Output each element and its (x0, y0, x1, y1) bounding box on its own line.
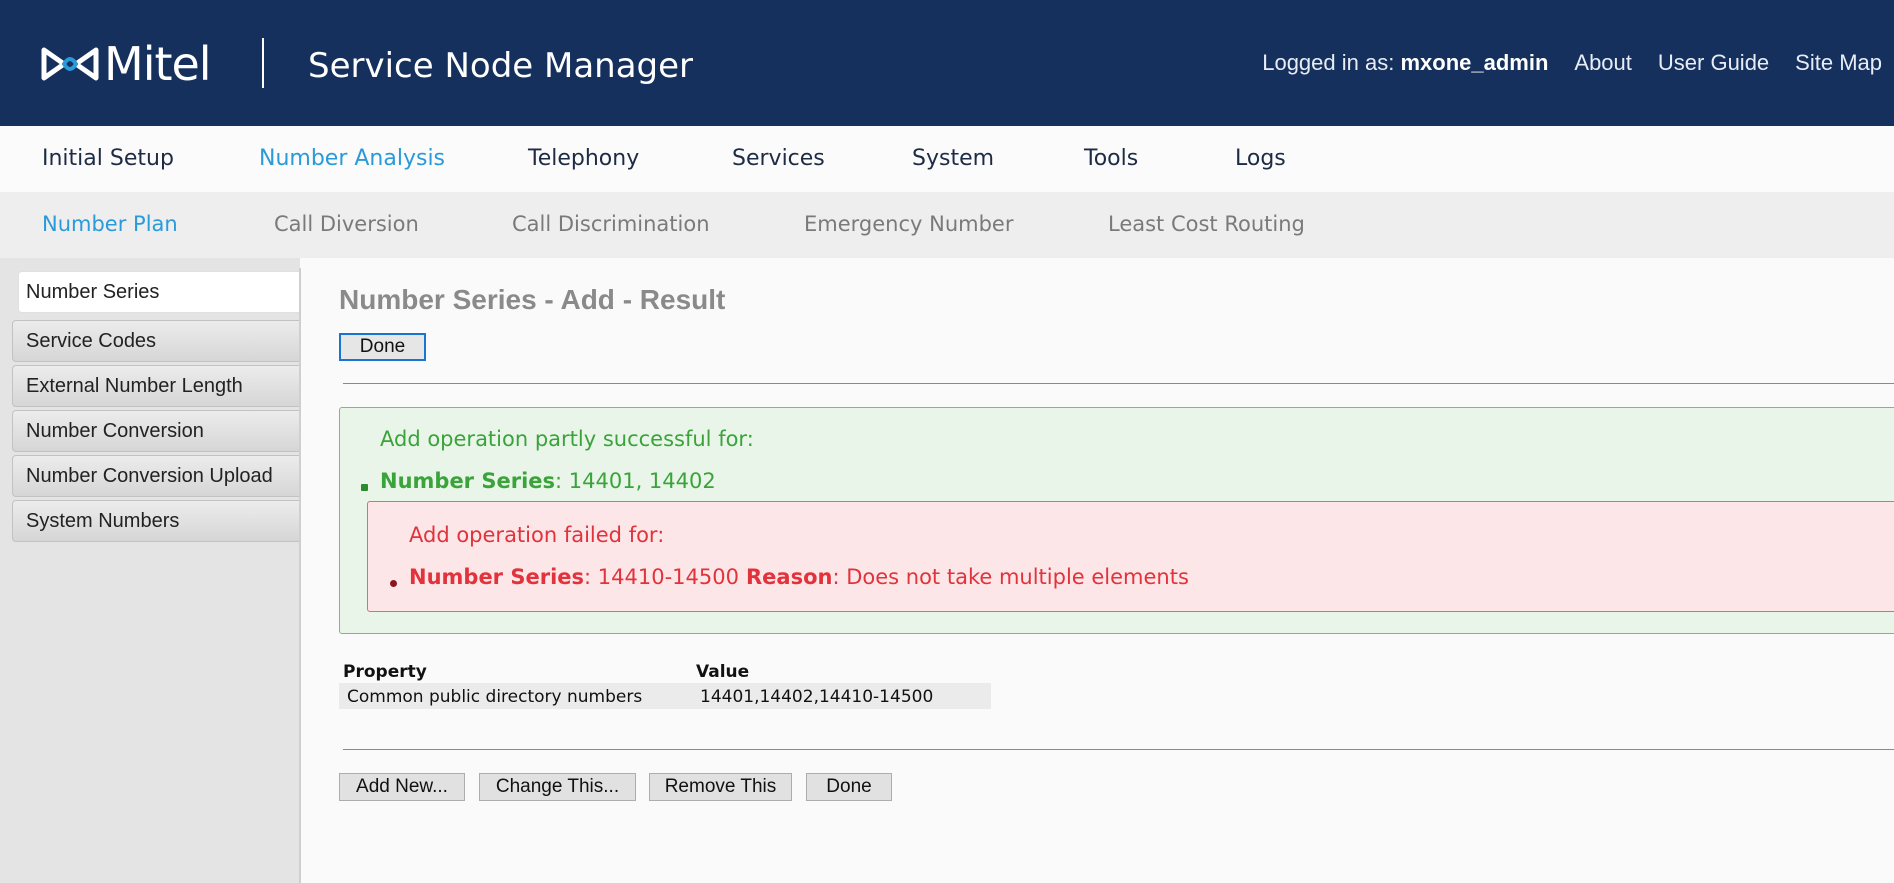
site-map-link[interactable]: Site Map (1795, 48, 1882, 78)
divider-top (343, 383, 1894, 384)
error-value: : 14410-14500 (584, 565, 739, 589)
table-cell-property: Common public directory numbers (347, 687, 643, 707)
main-nav: Initial Setup Number Analysis Telephony … (0, 126, 1894, 192)
change-this-button[interactable]: Change This... (479, 773, 636, 801)
logged-in-user: mxone_admin (1400, 50, 1549, 75)
logged-in-status: Logged in as: mxone_admin (1262, 48, 1548, 78)
nav-tools[interactable]: Tools (1084, 146, 1138, 171)
error-title: Add operation failed for: (409, 523, 665, 547)
mitel-logo-icon (41, 47, 99, 81)
table-header-row: Property Value (339, 661, 991, 683)
success-bullet-icon (361, 484, 368, 491)
logo-divider (262, 38, 264, 88)
success-title: Add operation partly successful for: (380, 427, 754, 451)
nav-number-analysis[interactable]: Number Analysis (259, 146, 445, 171)
done-button-bottom[interactable]: Done (806, 773, 892, 801)
error-reason: Reason: Does not take multiple elements (746, 565, 1189, 589)
app-title: Service Node Manager (308, 46, 694, 86)
success-value: : 14401, 14402 (555, 469, 716, 493)
table-row: Common public directory numbers 14401,14… (339, 683, 991, 709)
sidebar-item-number-conversion[interactable]: Number Conversion (12, 410, 300, 452)
brand-name: Mitel (104, 37, 212, 91)
error-reason-label: Reason (746, 565, 833, 589)
divider-bottom (343, 749, 1894, 750)
subnav-call-diversion[interactable]: Call Diversion (274, 212, 419, 236)
subnav-emergency-number[interactable]: Emergency Number (804, 212, 1013, 236)
sidebar-item-number-series[interactable]: Number Series (18, 271, 300, 313)
nav-logs[interactable]: Logs (1235, 146, 1286, 171)
sidebar-item-system-numbers[interactable]: System Numbers (12, 500, 300, 542)
remove-this-button[interactable]: Remove This (649, 773, 792, 801)
error-label: Number Series (409, 565, 585, 589)
error-reason-value: : Does not take multiple elements (832, 565, 1189, 589)
subnav-call-discrimination[interactable]: Call Discrimination (512, 212, 710, 236)
sidebar-item-external-number-length[interactable]: External Number Length (12, 365, 300, 407)
mitel-logo[interactable]: Mitel (40, 37, 212, 91)
sub-nav: Number Plan Call Diversion Call Discrimi… (0, 192, 1894, 258)
error-detail: Number Series: 14410-14500 (409, 565, 739, 589)
column-header-property: Property (343, 662, 427, 682)
subnav-least-cost-routing[interactable]: Least Cost Routing (1108, 212, 1305, 236)
nav-services[interactable]: Services (732, 146, 825, 171)
sidebar-item-service-codes[interactable]: Service Codes (12, 320, 300, 362)
add-new-button[interactable]: Add New... (339, 773, 465, 801)
column-header-value: Value (696, 662, 750, 682)
subnav-number-plan[interactable]: Number Plan (42, 212, 178, 236)
nav-system[interactable]: System (912, 146, 994, 171)
page-title: Number Series - Add - Result (339, 284, 726, 315)
sidebar-item-number-conversion-upload[interactable]: Number Conversion Upload (12, 455, 300, 497)
nav-initial-setup[interactable]: Initial Setup (42, 146, 174, 171)
success-detail: Number Series: 14401, 14402 (380, 469, 716, 493)
user-guide-link[interactable]: User Guide (1658, 48, 1769, 78)
success-label: Number Series (380, 469, 556, 493)
table-cell-value: 14401,14402,14410-14500 (700, 687, 934, 707)
done-button-top[interactable]: Done (339, 333, 426, 361)
header-user-links: Logged in as: mxone_admin About User Gui… (1262, 48, 1894, 78)
error-bullet-icon (390, 580, 397, 587)
property-table: Property Value Common public directory n… (339, 661, 991, 709)
nav-telephony[interactable]: Telephony (528, 146, 639, 171)
header-bar: Mitel Service Node Manager Logged in as:… (0, 0, 1894, 126)
about-link[interactable]: About (1574, 48, 1632, 78)
error-message-box (367, 501, 1894, 612)
logged-in-label: Logged in as: (1262, 50, 1395, 75)
